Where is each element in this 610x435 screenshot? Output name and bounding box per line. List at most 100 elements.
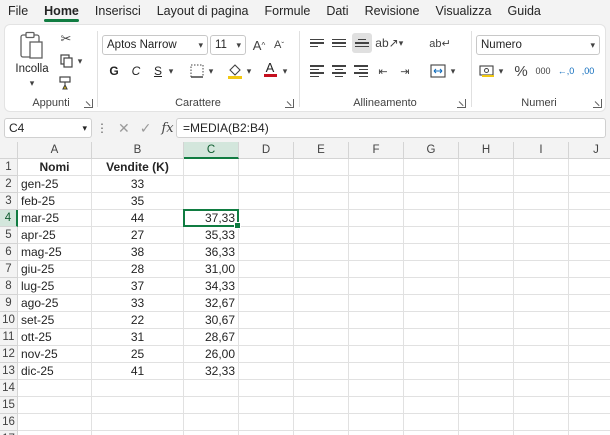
number-format-select[interactable]: Numero ▾: [476, 35, 600, 55]
bold-button[interactable]: G: [106, 61, 122, 81]
font-dialog-launcher-icon[interactable]: [285, 99, 294, 108]
cell-c12[interactable]: 26,00: [184, 346, 239, 363]
tab-inserisci[interactable]: Inserisci: [87, 0, 149, 22]
cell-i10[interactable]: [514, 312, 569, 329]
cell-a16[interactable]: [18, 414, 92, 431]
cell-e14[interactable]: [294, 380, 349, 397]
cell-i5[interactable]: [514, 227, 569, 244]
column-header-f[interactable]: F: [349, 142, 404, 159]
fill-color-icon[interactable]: [226, 61, 244, 81]
column-header-g[interactable]: G: [404, 142, 459, 159]
number-dialog-launcher-icon[interactable]: [593, 99, 602, 108]
tab-dati[interactable]: Dati: [318, 0, 356, 22]
cell-g11[interactable]: [404, 329, 459, 346]
cell-d6[interactable]: [239, 244, 294, 261]
cell-e7[interactable]: [294, 261, 349, 278]
cell-b12[interactable]: 25: [92, 346, 184, 363]
cell-f13[interactable]: [349, 363, 404, 380]
cell-e16[interactable]: [294, 414, 349, 431]
cell-d3[interactable]: [239, 193, 294, 210]
increase-font-size-icon[interactable]: A ^: [250, 35, 268, 55]
cell-g16[interactable]: [404, 414, 459, 431]
cell-c11[interactable]: 28,67: [184, 329, 239, 346]
cell-a8[interactable]: lug-25: [18, 278, 92, 295]
cell-b9[interactable]: 33: [92, 295, 184, 312]
align-center-icon[interactable]: [330, 61, 348, 81]
cell-b1[interactable]: Vendite (K): [92, 159, 184, 176]
cell-h14[interactable]: [459, 380, 514, 397]
row-header[interactable]: 10: [0, 312, 18, 329]
cell-d8[interactable]: [239, 278, 294, 295]
cell-i2[interactable]: [514, 176, 569, 193]
tab-layout-di-pagina[interactable]: Layout di pagina: [149, 0, 257, 22]
more-options-icon[interactable]: ⋮: [96, 121, 108, 135]
cell-i12[interactable]: [514, 346, 569, 363]
cell-d13[interactable]: [239, 363, 294, 380]
cell-i13[interactable]: [514, 363, 569, 380]
cell-d1[interactable]: [239, 159, 294, 176]
cell-e9[interactable]: [294, 295, 349, 312]
alignment-dialog-launcher-icon[interactable]: [457, 99, 466, 108]
cell-b3[interactable]: 35: [92, 193, 184, 210]
cell-j9[interactable]: [569, 295, 610, 312]
cell-j13[interactable]: [569, 363, 610, 380]
cell-i6[interactable]: [514, 244, 569, 261]
tab-formule[interactable]: Formule: [256, 0, 318, 22]
align-middle-icon[interactable]: [330, 33, 348, 53]
cell-c5[interactable]: 35,33: [184, 227, 239, 244]
increase-decimal-button[interactable]: ←,0: [556, 61, 576, 81]
cell-h10[interactable]: [459, 312, 514, 329]
cell-f1[interactable]: [349, 159, 404, 176]
cell-b5[interactable]: 27: [92, 227, 184, 244]
cell-e12[interactable]: [294, 346, 349, 363]
row-header[interactable]: 17: [0, 431, 18, 435]
row-header[interactable]: 2: [0, 176, 18, 193]
cell-j8[interactable]: [569, 278, 610, 295]
cell-d2[interactable]: [239, 176, 294, 193]
cell-j4[interactable]: [569, 210, 610, 227]
tab-file[interactable]: File: [0, 0, 36, 22]
cell-g2[interactable]: [404, 176, 459, 193]
cell-f17[interactable]: [349, 431, 404, 435]
cell-b8[interactable]: 37: [92, 278, 184, 295]
cell-i1[interactable]: [514, 159, 569, 176]
cell-h13[interactable]: [459, 363, 514, 380]
cell-e10[interactable]: [294, 312, 349, 329]
cell-c4[interactable]: 37,33: [184, 210, 239, 227]
cell-b7[interactable]: 28: [92, 261, 184, 278]
cell-j15[interactable]: [569, 397, 610, 414]
cell-f2[interactable]: [349, 176, 404, 193]
row-header[interactable]: 9: [0, 295, 18, 312]
cell-j16[interactable]: [569, 414, 610, 431]
cell-c10[interactable]: 30,67: [184, 312, 239, 329]
cell-j6[interactable]: [569, 244, 610, 261]
italic-button[interactable]: C: [128, 61, 144, 81]
cell-g17[interactable]: [404, 431, 459, 435]
accounting-dropdown-icon[interactable]: ▾: [496, 61, 506, 81]
merge-dropdown-icon[interactable]: ▾: [448, 61, 458, 81]
cell-d10[interactable]: [239, 312, 294, 329]
cell-h3[interactable]: [459, 193, 514, 210]
cell-f4[interactable]: [349, 210, 404, 227]
cell-h11[interactable]: [459, 329, 514, 346]
cell-a15[interactable]: [18, 397, 92, 414]
cell-i3[interactable]: [514, 193, 569, 210]
font-color-icon[interactable]: A: [262, 59, 278, 79]
cell-d4[interactable]: [239, 210, 294, 227]
align-bottom-icon[interactable]: [352, 33, 372, 53]
cell-c1[interactable]: [184, 159, 239, 176]
cell-d11[interactable]: [239, 329, 294, 346]
cell-e2[interactable]: [294, 176, 349, 193]
cell-h4[interactable]: [459, 210, 514, 227]
cell-i9[interactable]: [514, 295, 569, 312]
cell-b13[interactable]: 41: [92, 363, 184, 380]
cell-c13[interactable]: 32,33: [184, 363, 239, 380]
cell-d14[interactable]: [239, 380, 294, 397]
cell-e3[interactable]: [294, 193, 349, 210]
row-header[interactable]: 4: [0, 210, 18, 227]
cell-c3[interactable]: [184, 193, 239, 210]
cell-h8[interactable]: [459, 278, 514, 295]
cell-c7[interactable]: 31,00: [184, 261, 239, 278]
cell-f6[interactable]: [349, 244, 404, 261]
cell-b17[interactable]: [92, 431, 184, 435]
